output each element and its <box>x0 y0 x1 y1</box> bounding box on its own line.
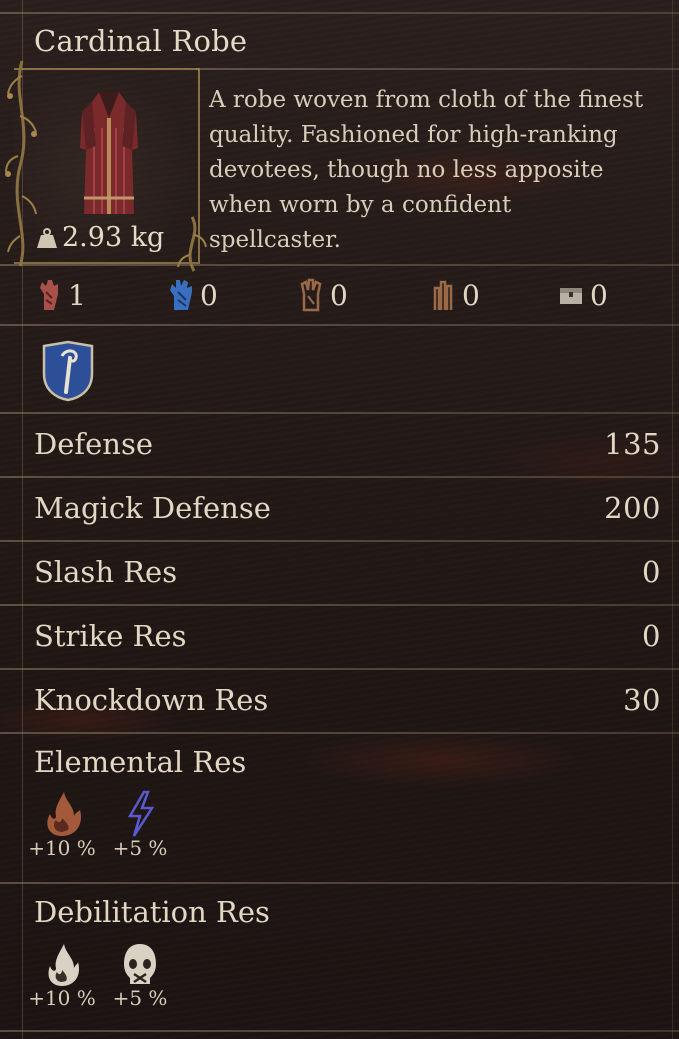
warrior-hand-icon <box>433 280 453 310</box>
divider <box>0 604 679 606</box>
debilitation-res-silence: +5 % <box>106 940 174 1010</box>
vocation-slots: 1 0 0 0 0 <box>0 278 679 318</box>
stat-value: 0 <box>642 619 661 653</box>
slot-storage: 0 <box>558 278 608 312</box>
stat-value: 135 <box>604 427 661 461</box>
mage-hand-icon <box>170 280 192 310</box>
weight-value: 2.93 kg <box>62 222 165 253</box>
item-name: Cardinal Robe <box>34 24 248 58</box>
stat-label: Knockdown Res <box>34 683 269 717</box>
divider <box>0 540 679 542</box>
elemental-res-title: Elemental Res <box>34 745 247 779</box>
divider <box>0 1030 679 1032</box>
mage-staff-shield-icon <box>42 340 94 402</box>
divider <box>0 668 679 670</box>
divider <box>0 476 679 478</box>
divider <box>0 412 679 414</box>
divider <box>0 882 679 884</box>
divider <box>0 324 679 326</box>
cardinal-robe-icon <box>80 92 138 214</box>
elemental-res-lightning: +5 % <box>106 790 174 860</box>
fire-icon <box>47 792 82 836</box>
stat-value: 0 <box>642 555 661 589</box>
item-weight: 2.93 kg <box>36 222 164 253</box>
debilitation-res-list: +10 % +5 % <box>28 940 174 1010</box>
stat-label: Magick Defense <box>34 491 271 525</box>
elemental-res-fire: +10 % <box>28 790 96 860</box>
divider <box>0 12 679 14</box>
chest-icon <box>560 288 582 304</box>
stat-row-knockdown-res: Knockdown Res 30 <box>34 680 661 720</box>
divider <box>0 264 679 266</box>
stat-row-defense: Defense 135 <box>34 424 661 464</box>
silence-skull-icon <box>124 944 156 984</box>
weight-icon <box>37 227 57 248</box>
elemental-res-list: +10 % +5 % <box>28 790 174 860</box>
stat-row-slash-res: Slash Res 0 <box>34 552 661 592</box>
stat-label: Slash Res <box>34 555 178 589</box>
divider <box>0 732 679 734</box>
stat-label: Defense <box>34 427 154 461</box>
fighter-hand-icon <box>40 280 58 310</box>
lightning-icon <box>127 790 155 837</box>
stat-value: 200 <box>604 491 661 525</box>
divider <box>196 68 679 70</box>
burn-icon <box>48 944 80 986</box>
slot-mage: 0 <box>168 278 218 312</box>
item-description: A robe woven from cloth of the finest qu… <box>209 87 644 253</box>
debilitation-res-burn: +10 % <box>28 940 96 1010</box>
stat-row-strike-res: Strike Res 0 <box>34 616 661 656</box>
slot-warrior: 0 <box>430 278 480 312</box>
stat-value: 30 <box>623 683 661 717</box>
slot-fighter: 1 <box>36 278 86 312</box>
debilitation-res-title: Debilitation Res <box>34 895 270 929</box>
ornament-vine-right-icon <box>177 216 207 272</box>
slot-thief: 0 <box>298 278 348 312</box>
stat-label: Strike Res <box>34 619 187 653</box>
thief-hand-icon <box>300 278 322 312</box>
stat-row-magick-defense: Magick Defense 200 <box>34 488 661 528</box>
